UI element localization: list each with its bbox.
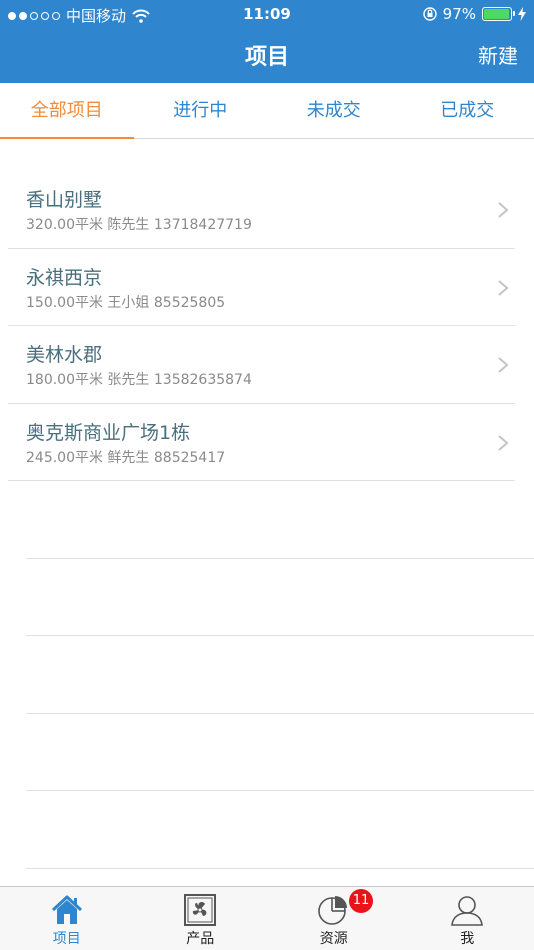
project-name: 香山别墅 xyxy=(26,189,103,211)
tab-not-closed[interactable]: 未成交 xyxy=(267,83,401,138)
tab-in-progress[interactable]: 进行中 xyxy=(134,83,268,138)
notification-badge: 11 xyxy=(349,889,373,913)
header: 中国移动 11:09 97% 项目 新建 xyxy=(0,0,534,83)
tabbar-label: 产品 xyxy=(186,931,215,947)
project-name: 永祺西京 xyxy=(26,266,103,289)
chevron-right-icon xyxy=(498,434,509,451)
page-title: 项目 xyxy=(244,45,289,70)
divider xyxy=(26,791,534,869)
pie-chart-icon xyxy=(317,896,347,925)
project-row[interactable]: 奥克斯商业广场1栋 245.00平米 鲜先生 88525417 xyxy=(8,404,515,481)
home-icon xyxy=(51,895,82,924)
project-detail: 320.00平米 陈先生 13718427719 xyxy=(26,217,252,233)
project-name: 奥克斯商业广场1栋 xyxy=(26,421,191,444)
project-detail: 245.00平米 鲜先生 88525417 xyxy=(26,449,226,466)
tabbar-item-projects[interactable]: 项目 xyxy=(0,887,134,950)
bottom-tab-bar: 项目 产品 资源 我 11 xyxy=(0,886,534,950)
status-right: 97% xyxy=(422,5,526,23)
project-name: 美林水郡 xyxy=(26,344,103,366)
tabbar-item-resources[interactable]: 资源 xyxy=(267,887,401,950)
project-list: 香山别墅 320.00平米 陈先生 13718427719 永祺西京 150.0… xyxy=(0,171,534,481)
new-project-button[interactable]: 新建 xyxy=(478,40,518,69)
battery-percent: 97% xyxy=(442,5,476,23)
tabbar-item-products[interactable]: 产品 xyxy=(134,887,268,950)
tabbar-label: 资源 xyxy=(319,931,348,947)
chevron-right-icon xyxy=(498,357,509,373)
nav-bar: 项目 新建 xyxy=(0,28,534,83)
divider xyxy=(26,559,534,636)
project-detail: 180.00平米 张先生 13582635874 xyxy=(26,372,252,388)
chevron-right-icon xyxy=(498,202,509,218)
divider xyxy=(26,481,534,559)
tab-closed[interactable]: 已成交 xyxy=(401,83,534,138)
empty-list-area xyxy=(0,481,534,869)
status-bar: 中国移动 11:09 97% xyxy=(0,0,534,28)
charging-icon xyxy=(518,7,526,21)
chevron-right-icon xyxy=(498,279,509,296)
tabbar-item-me[interactable]: 我 xyxy=(401,887,534,950)
tabbar-label: 我 xyxy=(460,931,475,947)
tab-all-projects[interactable]: 全部项目 xyxy=(0,83,134,139)
project-row[interactable]: 香山别墅 320.00平米 陈先生 13718427719 xyxy=(8,171,515,249)
divider xyxy=(26,636,534,714)
fan-icon xyxy=(184,894,217,926)
rotation-lock-icon xyxy=(422,7,437,21)
project-row[interactable]: 永祺西京 150.00平米 王小姐 85525805 xyxy=(8,249,515,326)
project-row[interactable]: 美林水郡 180.00平米 张先生 13582635874 xyxy=(8,326,515,404)
battery-icon xyxy=(482,7,515,21)
battery-level xyxy=(484,9,510,19)
user-icon xyxy=(451,896,484,926)
tabbar-label: 项目 xyxy=(52,931,81,947)
filter-tabs: 全部项目 进行中 未成交 已成交 xyxy=(0,83,534,139)
divider xyxy=(26,714,534,791)
project-detail: 150.00平米 王小姐 85525805 xyxy=(26,294,226,311)
